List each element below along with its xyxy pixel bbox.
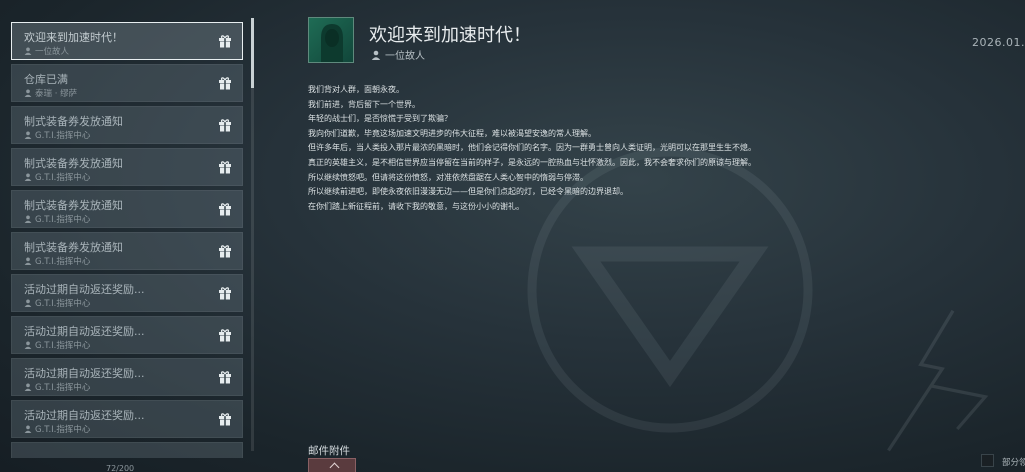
mail-list-item[interactable]: 欢迎来到加速时代！ 一位故人 (11, 22, 243, 60)
mail-list-item[interactable]: 活动过期自动返还奖励... G.T.I.指挥中心 (11, 400, 243, 438)
body-line: 所以继续前进吧，即使永夜依旧漫漫无边——但是你们点起的灯，已经令黑暗的边界退却。 (308, 187, 628, 197)
body-line: 真正的英雄主义，是不相信世界应当停留在当前的样子，是永远的一腔热血与壮怀激烈。因… (308, 157, 756, 167)
mail-list-item[interactable]: 活动过期自动返还奖励... G.T.I.指挥中心 (11, 274, 243, 312)
mail-body: 我们背对人群，面朝永夜。 我们前进，背后留下一个世界。 年轻的战士们，是否惊慌于… (308, 83, 1008, 214)
user-icon (24, 257, 32, 265)
mail-list-item[interactable]: 活动过期自动返还奖励... G.T.I.指挥中心 (11, 358, 243, 396)
attachments-label: 邮件附件 (308, 445, 350, 457)
mail-item-sender-name: G.T.I.指挥中心 (35, 425, 91, 435)
gift-icon (219, 287, 231, 300)
mail-item-sender: G.T.I.指挥中心 (24, 381, 90, 393)
gift-icon (219, 203, 231, 216)
mail-item-title: 活动过期自动返还奖励... (24, 367, 145, 380)
mail-item-title: 活动过期自动返还奖励... (24, 409, 145, 422)
scrollbar-thumb[interactable] (251, 18, 254, 88)
mail-item-title: 制式装备券发放通知 (24, 241, 123, 254)
gift-icon (219, 77, 231, 90)
mail-list: 欢迎来到加速时代！ 一位故人 仓库已满 泰瑞 · 缪萨 制式装备券发放通知 G.… (11, 18, 247, 458)
detail-sender: 一位故人 (371, 47, 425, 62)
attachment-item[interactable] (308, 458, 356, 472)
user-icon (24, 299, 32, 307)
mail-date: 2026.01. (972, 36, 1025, 49)
mail-list-item[interactable] (11, 442, 243, 458)
user-icon (24, 425, 32, 433)
body-line: 我们前进，背后留下一个世界。 (308, 99, 420, 109)
gift-icon (219, 245, 231, 258)
user-icon (24, 89, 32, 97)
mail-item-sender: G.T.I.指挥中心 (24, 213, 90, 225)
mail-item-sender-name: G.T.I.指挥中心 (35, 173, 91, 183)
mail-item-sender-name: G.T.I.指挥中心 (35, 131, 91, 141)
user-icon (24, 215, 32, 223)
gift-icon (219, 119, 231, 132)
mail-item-sender-name: G.T.I.指挥中心 (35, 299, 91, 309)
mail-item-sender-name: G.T.I.指挥中心 (35, 383, 91, 393)
body-line: 我们背对人群，面朝永夜。 (308, 85, 404, 94)
body-line: 所以继续愤怒吧。但请将这份愤怒，对准依然盘踞在人类心智中的惰弱与停滞。 (308, 172, 588, 182)
mail-item-sender-name: G.T.I.指挥中心 (35, 257, 91, 267)
sender-avatar (308, 17, 354, 63)
user-icon (24, 383, 32, 391)
gift-icon (219, 413, 231, 426)
body-line: 在你们踏上新征程前，请收下我的敬意，与这份小小的谢礼。 (308, 201, 524, 211)
mail-item-sender: G.T.I.指挥中心 (24, 129, 90, 141)
mail-item-title: 制式装备券发放通知 (24, 115, 123, 128)
body-line: 我向你们道歉，毕竟这场加速文明进步的伟大征程，难以被渴望安逸的常人理解。 (308, 128, 596, 138)
mail-list-item[interactable]: 制式装备券发放通知 G.T.I.指挥中心 (11, 106, 243, 144)
mail-list-item[interactable]: 制式装备券发放通知 G.T.I.指挥中心 (11, 148, 243, 186)
mail-list-item[interactable]: 制式装备券发放通知 G.T.I.指挥中心 (11, 232, 243, 270)
detail-sender-name: 一位故人 (385, 51, 425, 62)
mail-item-sender-name: 泰瑞 · 缪萨 (35, 89, 78, 99)
mail-list-item[interactable]: 制式装备券发放通知 G.T.I.指挥中心 (11, 190, 243, 228)
mail-item-sender-name: G.T.I.指挥中心 (35, 215, 91, 225)
mail-item-sender: 泰瑞 · 缪萨 (24, 87, 77, 99)
partial-claim-checkbox[interactable] (981, 454, 994, 467)
mail-list-item[interactable]: 仓库已满 泰瑞 · 缪萨 (11, 64, 243, 102)
mail-item-sender-name: 一位故人 (35, 47, 70, 57)
mail-list-item[interactable]: 活动过期自动返还奖励... G.T.I.指挥中心 (11, 316, 243, 354)
background-lightning-icon (887, 309, 989, 452)
mail-item-sender: G.T.I.指挥中心 (24, 255, 90, 267)
mail-item-title: 欢迎来到加速时代！ (24, 31, 123, 44)
partial-claim-label: 部分领 (1002, 458, 1025, 468)
gift-icon (219, 35, 231, 48)
user-icon (24, 47, 32, 55)
mail-item-sender-name: G.T.I.指挥中心 (35, 341, 91, 351)
mail-item-title: 制式装备券发放通知 (24, 199, 123, 212)
gift-icon (219, 371, 231, 384)
mail-item-sender: G.T.I.指挥中心 (24, 171, 90, 183)
user-icon (24, 341, 32, 349)
mail-item-title: 活动过期自动返还奖励... (24, 283, 145, 296)
mail-item-title: 仓库已满 (24, 73, 68, 86)
user-icon (371, 50, 381, 60)
mail-item-sender: G.T.I.指挥中心 (24, 339, 90, 351)
gift-icon (219, 161, 231, 174)
mail-item-sender: G.T.I.指挥中心 (24, 297, 90, 309)
mail-subject: 欢迎来到加速时代！ (369, 25, 531, 46)
mail-list-scrollbar[interactable] (251, 18, 254, 451)
body-line: 年轻的战士们，是否惊慌于受到了欺骗？ (308, 114, 452, 124)
mail-item-sender: G.T.I.指挥中心 (24, 423, 90, 435)
user-icon (24, 131, 32, 139)
person-silhouette-icon (321, 24, 343, 62)
user-icon (24, 173, 32, 181)
mail-item-title: 活动过期自动返还奖励... (24, 325, 145, 338)
mail-item-title: 制式装备券发放通知 (24, 157, 123, 170)
mail-item-sender: 一位故人 (24, 45, 69, 57)
gift-icon (219, 329, 231, 342)
body-line: 但许多年后，当人类投入那片最浓的黑暗时，他们会记得你们的名字。因为一群勇士曾向人… (308, 143, 756, 153)
mail-count: 72/200 (106, 464, 135, 472)
